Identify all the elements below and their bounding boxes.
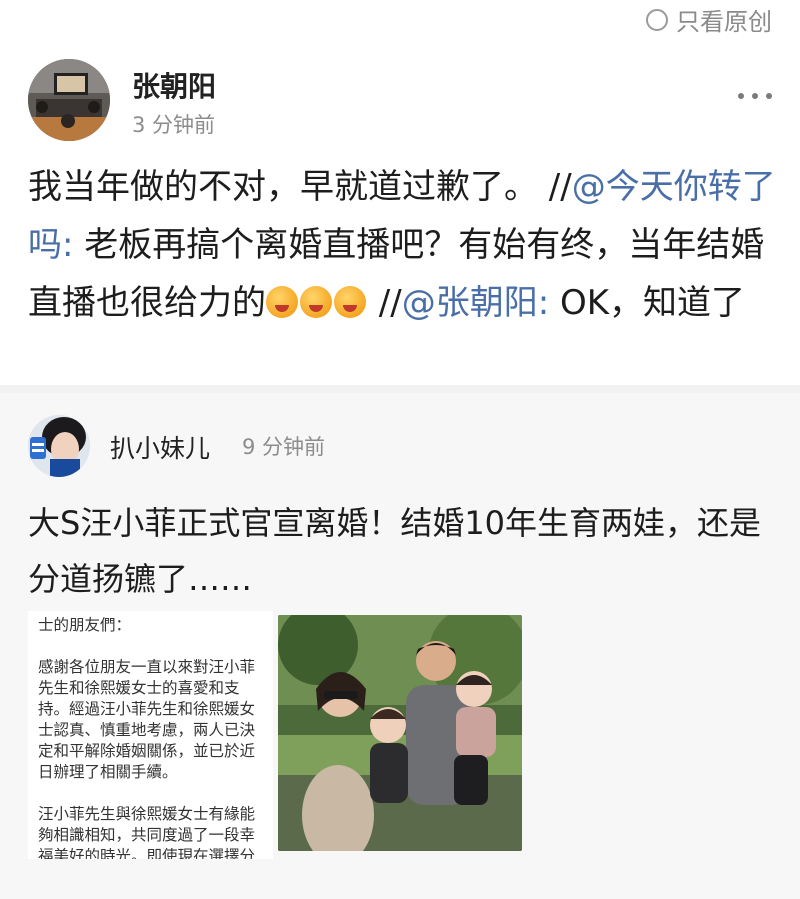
post-text: 我当年做的不对，早就道过歉了。 //@今天你转了吗: 老板再搞个离婚直播吧？有始… [28, 158, 778, 332]
repost-text: 大S汪小菲正式官宣离婚！结婚10年生育两娃，还是分道扬镳了…… [28, 504, 762, 598]
original-only-label: 只看原创 [676, 8, 772, 36]
letter-paragraph: 汪小菲先生與徐熙媛女士有緣能夠相識相知，共同度過了一段幸福美好的時光。即使現在選… [38, 805, 256, 859]
post-text-suffix: OK，知道了 [549, 283, 746, 323]
kiss-emoji-icon [300, 286, 332, 318]
kiss-emoji-icon [334, 286, 366, 318]
radio-icon[interactable] [646, 8, 668, 31]
top-bar: 只看原创 [0, 0, 800, 40]
letter-paragraph: 士的朋友們： [38, 616, 132, 634]
post-header: 张朝阳 3 分钟前 [0, 55, 800, 145]
original-only-filter[interactable]: 只看原创 [646, 2, 772, 37]
reposted-post[interactable]: 扒小妹儿 9 分钟前 大S汪小菲正式官宣离婚！结婚10年生育两娃，还是分道扬镳了… [0, 393, 800, 899]
statement-image[interactable]: 士的朋友們： 感謝各位朋友一直以來對汪小菲先生和徐熙媛女士的喜愛和支持。經過汪小… [28, 611, 273, 859]
post-text-separator: // [368, 283, 402, 323]
more-options-icon[interactable] [738, 93, 772, 99]
family-photo[interactable] [278, 615, 522, 851]
kiss-emoji-icon [266, 286, 298, 318]
divider [0, 385, 800, 393]
mention-link[interactable]: @张朝阳: [402, 283, 549, 323]
post-username[interactable]: 张朝阳 [132, 65, 216, 105]
avatar[interactable] [28, 59, 110, 141]
letter-paragraph: 感謝各位朋友一直以來對汪小菲先生和徐熙媛女士的喜愛和支持。經過汪小菲先生和徐熙媛… [38, 658, 256, 781]
post-timestamp: 3 分钟前 [132, 113, 216, 137]
repost-timestamp: 9 分钟前 [242, 435, 326, 459]
repost-avatar[interactable] [28, 415, 90, 477]
repost-username[interactable]: 扒小妹儿 [110, 429, 210, 465]
post-text-prefix: 我当年做的不对，早就道过歉了。 // [28, 167, 572, 207]
